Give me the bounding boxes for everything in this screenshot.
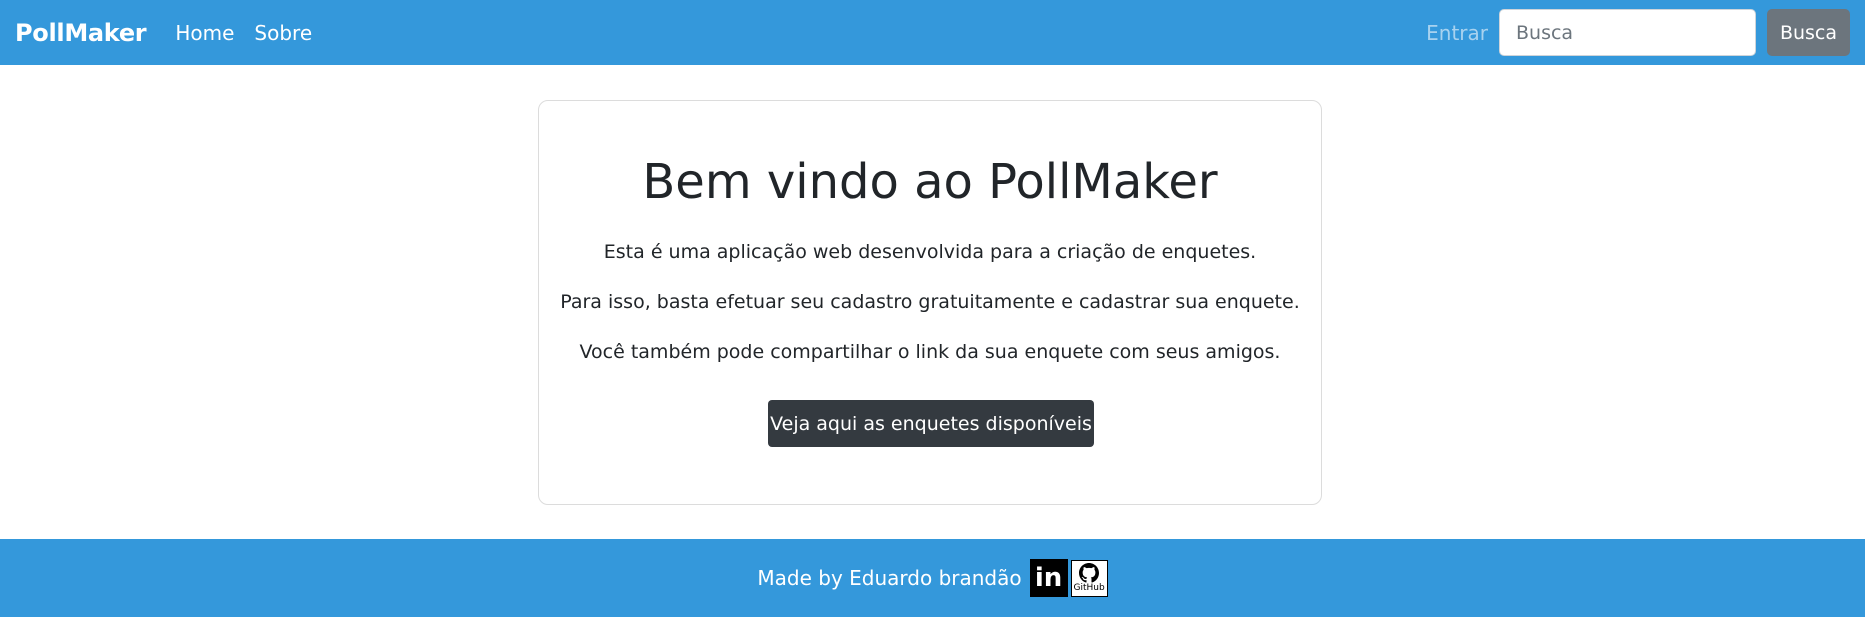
navbar: PollMaker Home Sobre Entrar Busca	[0, 0, 1865, 65]
linkedin-icon[interactable]: in	[1029, 559, 1068, 597]
navbar-right: Entrar Busca	[1426, 9, 1850, 56]
search-input[interactable]	[1499, 9, 1756, 56]
welcome-card: Bem vindo ao PollMaker Esta é uma aplica…	[538, 100, 1322, 505]
login-link[interactable]: Entrar	[1426, 21, 1488, 45]
footer: Made by Eduardo brandão in GitHub	[0, 539, 1865, 617]
nav-home-link[interactable]: Home	[175, 21, 234, 45]
github-label: GitHub	[1073, 583, 1105, 593]
nav-sobre-link[interactable]: Sobre	[254, 21, 312, 45]
view-polls-button[interactable]: Veja aqui as enquetes disponíveis	[768, 400, 1094, 447]
signup-paragraph: Para isso, basta efetuar seu cadastro gr…	[560, 291, 1300, 313]
intro-paragraph: Esta é uma aplicação web desenvolvida pa…	[603, 241, 1257, 263]
search-button[interactable]: Busca	[1767, 9, 1850, 56]
share-paragraph: Você também pode compartilhar o link da …	[579, 341, 1281, 363]
github-octocat-glyph	[1079, 563, 1100, 583]
page-title: Bem vindo ao PollMaker	[642, 154, 1218, 210]
footer-credit: Made by Eduardo brandão	[757, 566, 1022, 590]
brand-logo[interactable]: PollMaker	[15, 19, 147, 47]
github-icon[interactable]: GitHub	[1070, 559, 1108, 597]
